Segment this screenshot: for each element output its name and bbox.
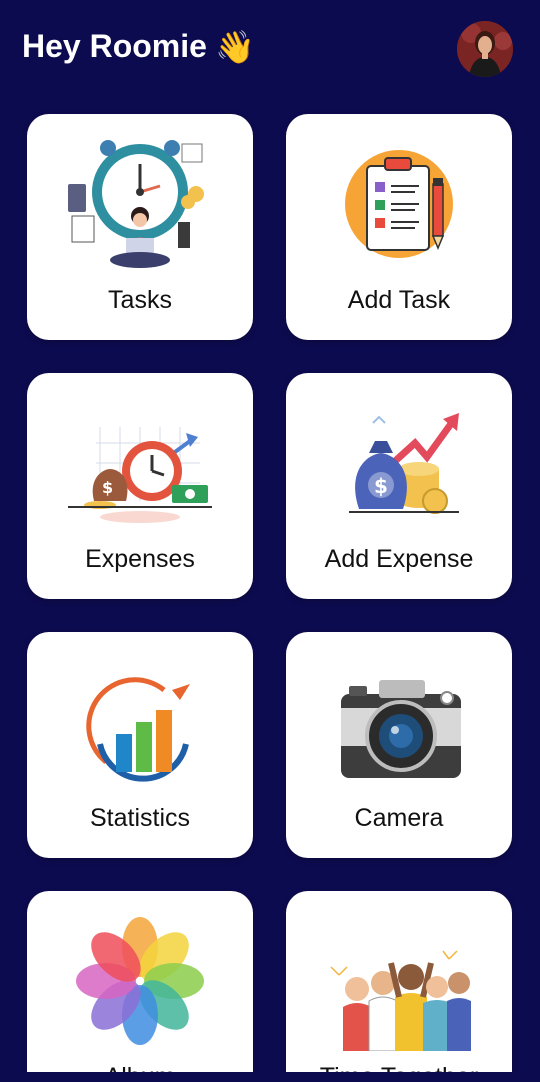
app-header: Hey Roomie 👋 bbox=[0, 0, 540, 100]
photos-flower-icon bbox=[60, 911, 220, 1051]
clipboard-checklist-icon bbox=[319, 134, 479, 274]
tasks-label: Tasks bbox=[108, 286, 172, 314]
statistics-tile[interactable]: Statistics bbox=[27, 632, 253, 858]
bottom-edge bbox=[0, 1072, 540, 1082]
camera-label: Camera bbox=[354, 804, 444, 832]
greeting: Hey Roomie 👋 bbox=[22, 28, 255, 65]
money-clock-icon: $ bbox=[60, 393, 220, 533]
expenses-tile[interactable]: $ Expenses bbox=[27, 373, 253, 599]
camera-tile[interactable]: Camera bbox=[286, 632, 512, 858]
add-expense-label: Add Expense bbox=[324, 545, 474, 573]
greeting-text: Hey Roomie bbox=[22, 28, 207, 64]
bar-chart-growth-icon bbox=[60, 652, 220, 792]
expenses-label: Expenses bbox=[85, 545, 195, 573]
svg-text:$: $ bbox=[374, 474, 388, 498]
add-task-tile[interactable]: Add Task bbox=[286, 114, 512, 340]
wave-icon: 👋 bbox=[214, 28, 255, 65]
album-tile[interactable]: Album bbox=[27, 891, 253, 1082]
camera-icon bbox=[319, 652, 479, 792]
money-bag-growth-icon: $ bbox=[319, 393, 479, 533]
svg-text:$: $ bbox=[102, 478, 113, 497]
add-expense-tile[interactable]: $ Add Expense bbox=[286, 373, 512, 599]
task-clock-illustration-icon bbox=[60, 134, 220, 274]
avatar[interactable] bbox=[457, 21, 513, 77]
friends-celebrating-icon bbox=[319, 911, 479, 1052]
time-together-tile[interactable]: Time Together bbox=[286, 891, 512, 1082]
add-task-label: Add Task bbox=[347, 286, 451, 314]
statistics-label: Statistics bbox=[89, 804, 191, 832]
tasks-tile[interactable]: Tasks bbox=[27, 114, 253, 340]
